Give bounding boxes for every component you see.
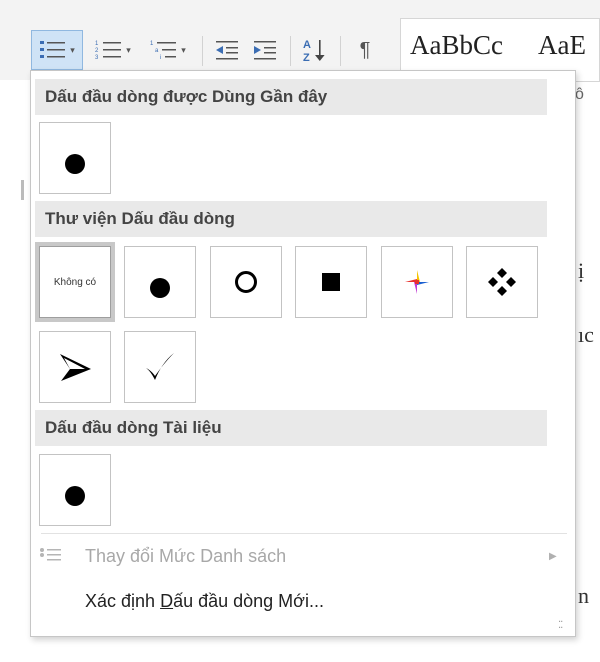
style-sample-subline: ô	[575, 86, 584, 103]
increase-indent-icon	[254, 41, 276, 60]
document-bullet-solid-dot[interactable]	[39, 454, 111, 526]
bullet-hollow-circle[interactable]	[210, 246, 282, 318]
recent-bullet-solid-dot[interactable]	[39, 122, 111, 194]
bullets-icon	[40, 41, 66, 58]
recent-bullets-header: Dấu đầu dòng được Dùng Gần đây	[35, 79, 547, 115]
chevron-down-icon: ▾	[181, 44, 186, 55]
bullet-colorful-pinwheel[interactable]	[381, 246, 453, 318]
bullet-checkmark[interactable]	[124, 331, 196, 403]
svg-text:3: 3	[95, 55, 99, 61]
bullet-library-dropdown: Dấu đầu dòng được Dùng Gần đây Thư viện …	[30, 70, 576, 637]
bullet-none[interactable]: Không có	[35, 242, 115, 322]
chevron-down-icon: ▾	[126, 44, 131, 55]
svg-text:2: 2	[95, 48, 99, 54]
toolbar-divider	[290, 36, 291, 66]
toolbar-divider	[340, 36, 341, 66]
solid-dot-icon	[150, 278, 170, 298]
define-new-bullet-menu-item[interactable]: Xác định Dấu đầu dòng Mới...	[31, 581, 575, 621]
sort-button[interactable]: A Z	[298, 30, 332, 70]
pinwheel-icon	[405, 270, 429, 294]
ruler-marker	[21, 190, 24, 200]
sort-az-icon: A Z	[303, 39, 325, 63]
pilcrow-icon: ¶	[359, 38, 371, 61]
bullet-library-header: Thư viện Dấu đầu dòng	[35, 201, 547, 237]
resize-grip-icon[interactable]: ⁚⁚	[558, 620, 563, 631]
document-text: ị	[578, 258, 585, 283]
show-formatting-button[interactable]: ¶	[348, 30, 382, 70]
style-sample-no-spacing[interactable]: AaE	[538, 30, 586, 61]
hollow-circle-icon	[235, 271, 257, 293]
bullet-diamond-cluster[interactable]	[466, 246, 538, 318]
toolbar-divider	[202, 36, 203, 66]
style-sample-normal[interactable]: AaBbCc	[410, 30, 503, 61]
accelerator-key: D	[160, 590, 174, 611]
numbering-icon: 1 2 3	[95, 41, 122, 61]
solid-dot-icon	[65, 154, 85, 174]
solid-square-icon	[322, 273, 340, 291]
numbering-button[interactable]: 1 2 3 ▾	[88, 30, 138, 70]
svg-text:A: A	[303, 39, 311, 51]
menu-divider	[41, 533, 567, 534]
bullet-solid-dot[interactable]	[124, 246, 196, 318]
multilevel-list-icon: 1 a i	[150, 41, 177, 61]
decrease-indent-button[interactable]	[210, 30, 244, 70]
bullet-arrowhead[interactable]	[39, 331, 111, 403]
increase-indent-button[interactable]	[248, 30, 282, 70]
svg-text:i: i	[160, 55, 161, 61]
svg-text:1: 1	[95, 41, 99, 47]
solid-dot-icon	[65, 486, 85, 506]
diamond-cluster-icon	[488, 268, 516, 296]
bullet-solid-square[interactable]	[295, 246, 367, 318]
svg-text:a: a	[155, 48, 159, 54]
list-level-icon	[40, 548, 61, 561]
document-bullets-header: Dấu đầu dòng Tài liệu	[35, 410, 547, 446]
document-text: ıc	[578, 322, 594, 347]
define-new-bullet-label: Xác định Dấu đầu dòng Mới...	[85, 590, 324, 611]
change-list-level-label: Thay đổi Mức Danh sách	[85, 545, 287, 566]
document-text: n	[578, 583, 589, 608]
svg-text:Z: Z	[303, 52, 310, 63]
checkmark-icon	[146, 353, 174, 380]
arrowhead-icon	[60, 354, 91, 381]
ruler-marker	[21, 180, 24, 190]
bullets-button[interactable]: ▾	[31, 30, 83, 70]
decrease-indent-icon	[216, 41, 238, 60]
chevron-down-icon: ▾	[70, 44, 75, 55]
change-list-level-menu-item[interactable]: Thay đổi Mức Danh sách ▶	[31, 536, 575, 576]
submenu-arrow-icon: ▶	[549, 550, 557, 562]
bullet-none-label: Không có	[53, 276, 97, 288]
multilevel-list-button[interactable]: 1 a i ▾	[143, 30, 193, 70]
svg-text:1: 1	[150, 41, 154, 47]
